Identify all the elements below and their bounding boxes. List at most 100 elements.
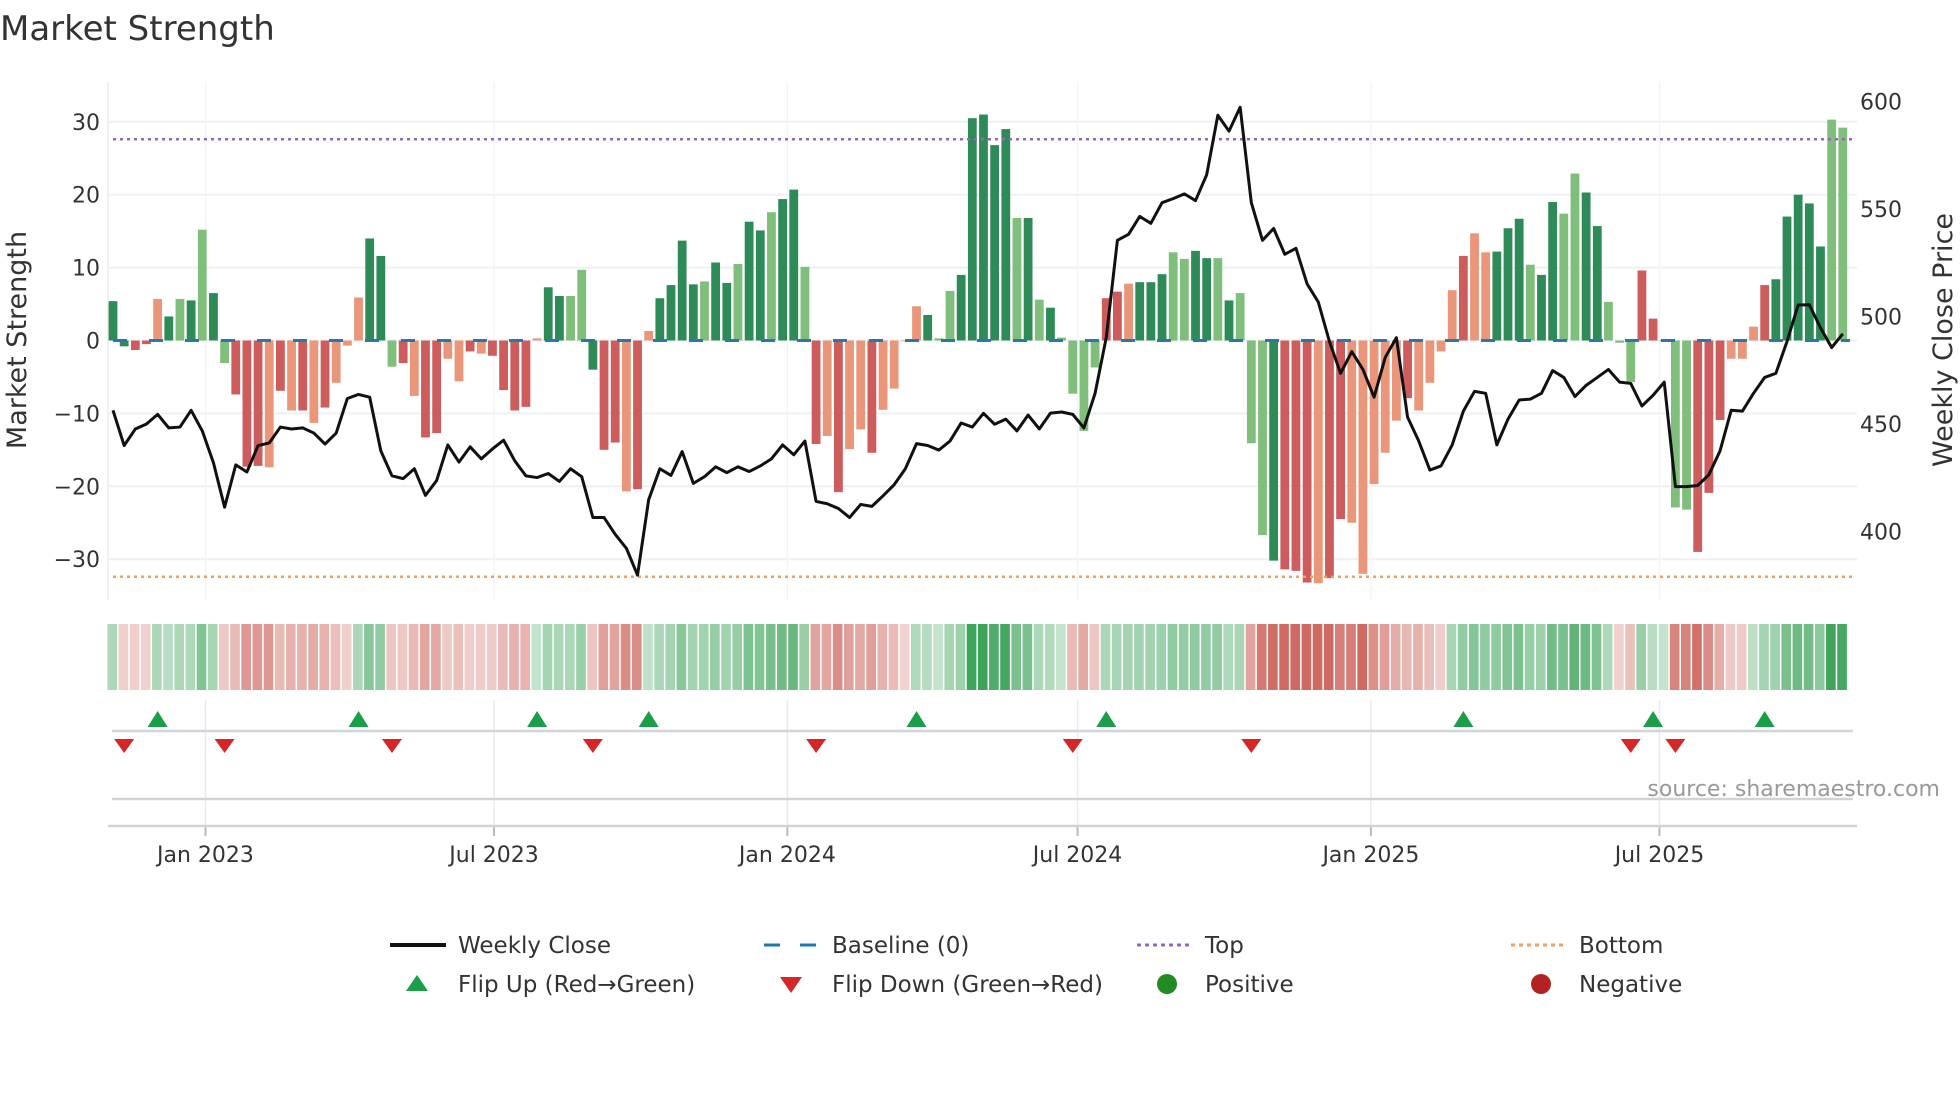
legend-label: Bottom: [1579, 933, 1663, 959]
x-tick-label: Jul 2024: [1031, 843, 1123, 868]
heat-strip-cell: [1647, 624, 1658, 690]
legend: Weekly Close Baseline (0) Top Bottom Flip Up…: [390, 933, 1682, 998]
strength-bar: [677, 240, 687, 341]
heat-strip-cell: [1547, 624, 1557, 690]
heat-strip-cell: [1357, 624, 1367, 690]
strength-bars: [108, 114, 1848, 584]
heat-strip-cell: [442, 624, 452, 690]
heat-strip-cell: [866, 624, 876, 690]
strength-bar: [1246, 340, 1256, 444]
heat-strip-cell: [1435, 624, 1446, 690]
strength-bar: [1447, 290, 1457, 341]
strength-bar: [633, 340, 642, 490]
heat-strip-cell: [1468, 624, 1479, 690]
heat-strip-cell: [855, 624, 865, 690]
heat-strip-cell: [1792, 624, 1803, 690]
strength-bar: [1537, 274, 1546, 341]
strength-bar: [1414, 340, 1424, 411]
strength-bar: [1280, 340, 1290, 570]
heat-strip-cell: [1580, 624, 1591, 690]
strength-bar: [387, 340, 397, 367]
heat-strip-cell: [665, 624, 676, 690]
strength-bar: [1436, 340, 1446, 352]
flip-up-marker: [348, 711, 369, 727]
strength-bar: [744, 221, 754, 341]
strength-bar: [666, 285, 676, 341]
heat-strip-cell: [609, 624, 620, 690]
flip-up-marker: [1453, 711, 1474, 727]
strength-bar: [164, 316, 174, 341]
strength-bar: [521, 340, 531, 407]
heat-strip-cell: [486, 624, 497, 690]
heat-strip-cell: [1413, 624, 1423, 690]
flip-up-marker: [1754, 711, 1775, 727]
heat-strip-cell: [922, 624, 932, 690]
heat-strip-cell: [1033, 624, 1044, 690]
heat-strip-cell: [1089, 624, 1100, 690]
strength-bar: [1090, 340, 1100, 368]
heat-strip-cell: [196, 624, 207, 690]
heat-strip-cell: [1390, 624, 1401, 690]
heat-strip-cell: [453, 624, 464, 690]
heat-strip-cell: [631, 624, 642, 690]
heat-strip-cell: [1480, 624, 1490, 690]
heat-strip-cell: [765, 624, 776, 690]
strength-bar: [1269, 340, 1279, 561]
legend-label: Flip Down (Green→Red): [832, 972, 1103, 998]
legend-circle-icon: [1157, 974, 1177, 994]
heat-strip-cell: [1680, 624, 1691, 690]
heat-strip-cell: [1100, 624, 1111, 690]
strength-bar: [1760, 285, 1770, 341]
strength-bar: [767, 212, 776, 341]
heat-strip-cell: [1569, 624, 1580, 690]
heat-strip-cell: [910, 624, 921, 690]
legend-label: Weekly Close: [458, 933, 611, 959]
strength-bar: [1325, 340, 1334, 579]
strength-bar: [1124, 283, 1133, 341]
x-tick-label: Jul 2023: [447, 843, 539, 868]
heat-strip-cell: [1268, 624, 1278, 690]
heat-strip-cell: [1189, 624, 1200, 690]
strength-bar: [1503, 228, 1513, 341]
x-tick-label: Jul 2025: [1613, 843, 1705, 868]
heat-strip-cell: [1814, 624, 1825, 690]
strength-bar: [1838, 127, 1848, 341]
heat-strip-cell: [520, 624, 530, 690]
strength-bar: [1492, 251, 1502, 341]
strength-bar: [722, 282, 732, 341]
heat-strip-cell: [1201, 624, 1211, 690]
legend-item: Positive: [1157, 972, 1294, 998]
heat-strip-cell: [877, 624, 888, 690]
heat-strip-cell: [989, 624, 999, 690]
strength-heat-strip: [107, 624, 1847, 690]
axes: 30 20 10 0 −10 −20 −30 600 550 500 450 400 Jan 2023 J…: [54, 91, 1902, 868]
heat-strip-cell: [788, 624, 798, 690]
strength-bar: [1581, 192, 1591, 341]
heat-strip-cell: [1346, 624, 1356, 690]
strength-bar: [789, 189, 799, 341]
heat-strip-cell: [1524, 624, 1535, 690]
heat-strip-cell: [1424, 624, 1434, 690]
strength-bar: [822, 340, 832, 436]
heat-strip-cell: [1502, 624, 1513, 690]
strength-bar: [878, 340, 888, 410]
flip-up-marker: [1096, 711, 1117, 727]
strength-bar: [432, 340, 442, 434]
strength-bar: [923, 314, 933, 341]
legend-item: Flip Down (Green→Red): [780, 972, 1103, 998]
strength-bar: [856, 340, 866, 430]
strength-bar: [1470, 233, 1479, 341]
x-tick-label: Jan 2025: [1320, 843, 1419, 868]
heat-strip-cell: [1401, 624, 1412, 690]
strength-bar: [1213, 258, 1223, 341]
strength-bar: [1749, 326, 1758, 341]
strength-bar: [342, 340, 352, 346]
y-tick-label: −10: [54, 402, 100, 427]
flip-down-marker: [582, 739, 603, 753]
heat-strip-cell: [1245, 624, 1256, 690]
strength-bar: [1615, 340, 1624, 343]
heat-strip-cell: [1725, 624, 1736, 690]
x-tick-label: Jan 2023: [155, 843, 254, 868]
heat-strip-cell: [732, 624, 743, 690]
flip-down-marker: [1620, 739, 1641, 753]
